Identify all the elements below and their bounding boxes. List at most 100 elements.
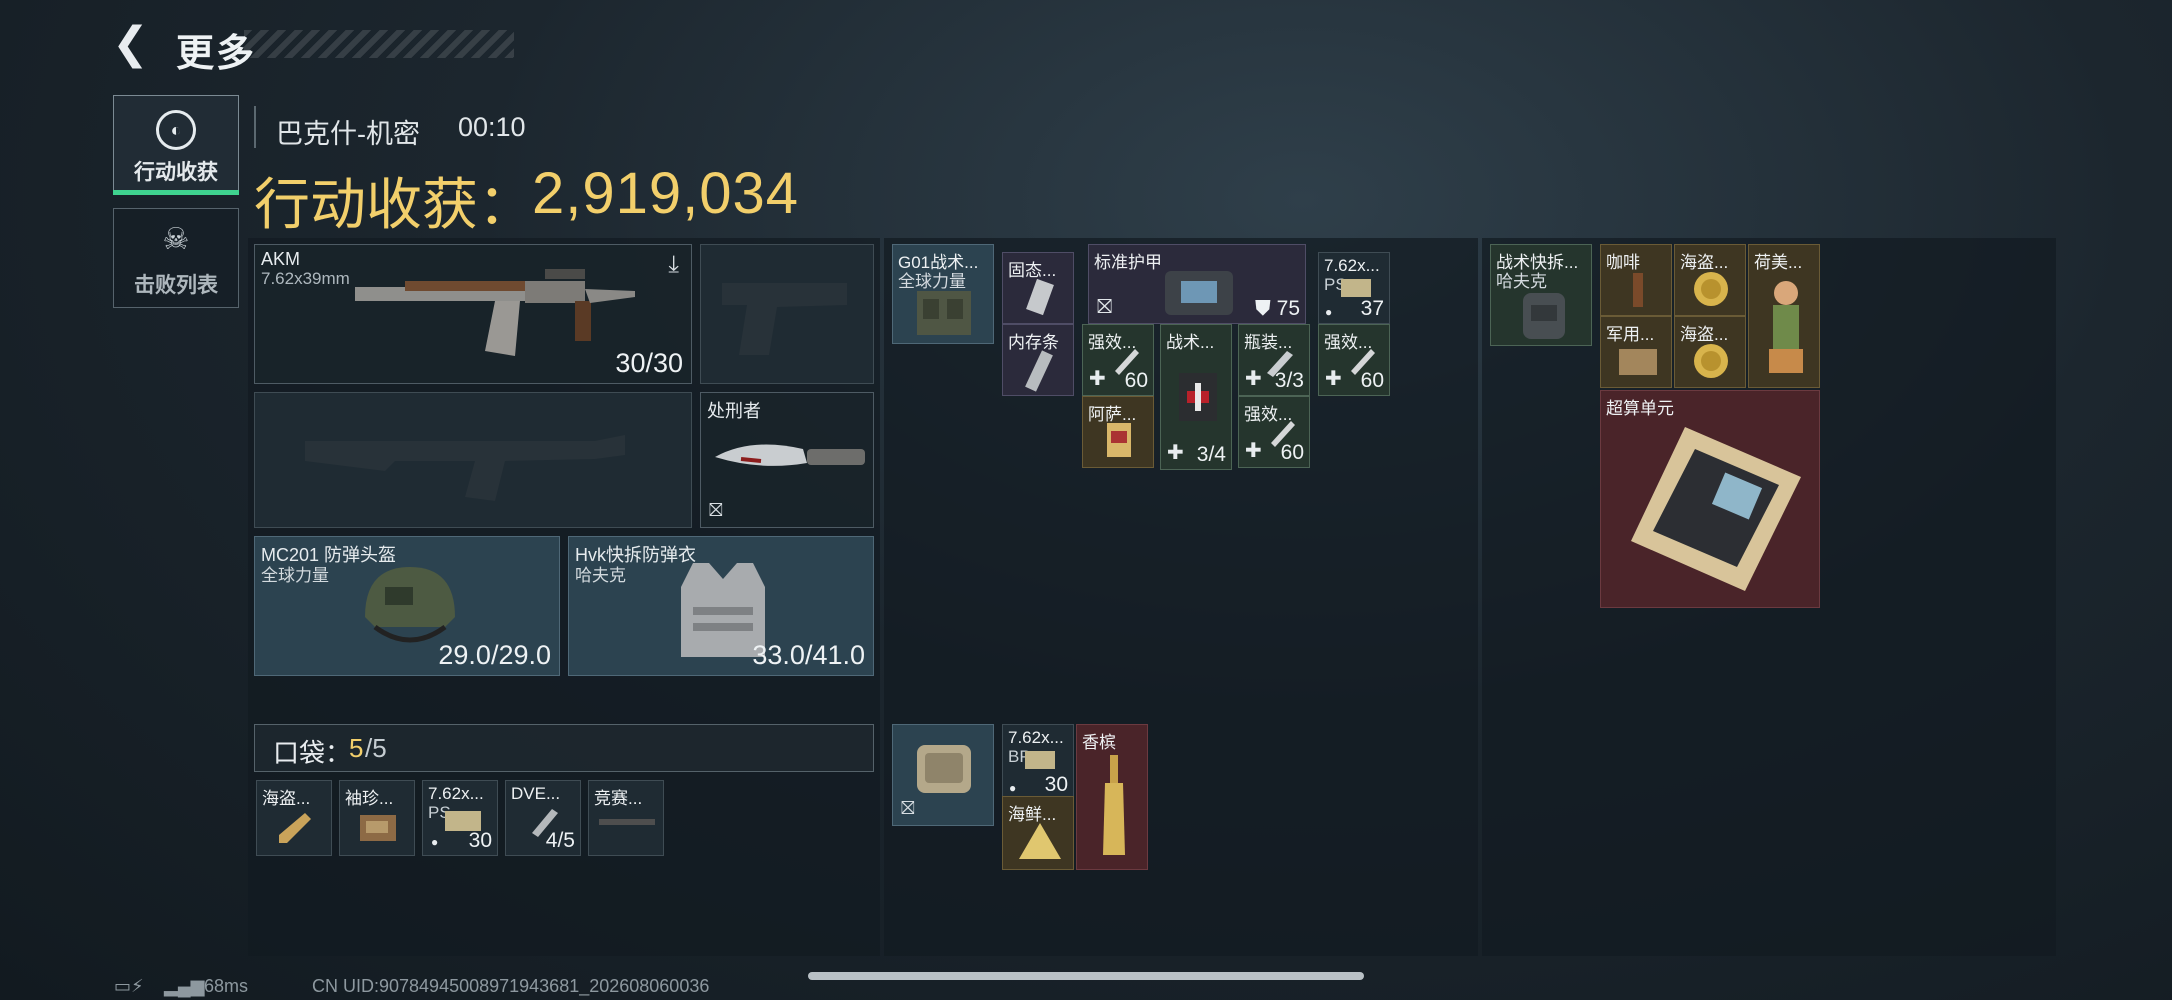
item-name: DVE... [511,784,561,803]
unsecured-icon: ⛝ [709,500,723,520]
rig-item[interactable]: 强效... ✚ 60 [1238,396,1310,468]
pistol-silhouette-icon [722,283,847,355]
weapon-ammo-count: 30/30 [615,348,683,378]
signal-icon: ▂▄▆ [164,976,205,996]
item-name: 战术... [1166,333,1215,352]
backpack-item[interactable]: 荷美... [1748,244,1820,388]
item-name: 竞赛... [594,789,643,808]
item-value: ⛊ 75 [1255,297,1300,321]
tab-loot[interactable]: ◐ 行动收获 [113,95,239,195]
champagne-bottle-icon [1103,755,1125,855]
item-name: 7.62x... [1324,256,1380,275]
skull-icon: ☠ [162,223,190,256]
pocket-count: 5 [349,733,364,763]
ssd-icon [1026,278,1054,316]
item-value: 30 [468,829,492,852]
figurine-icon [1769,281,1803,373]
pouch-item[interactable]: 香槟 [1076,724,1148,870]
medkit-icon [1179,373,1217,421]
pouch-item[interactable]: 海鲜... [1002,796,1074,870]
unsecured-icon: ⛝ [901,798,915,818]
rig-item-armor[interactable]: 标准护甲 ⛝ ⛊ 75 [1088,244,1306,324]
ammo-dot-icon: ● [431,835,439,849]
armor-brand: 哈夫克 [575,566,626,585]
primary-weapon-slot[interactable]: AKM 7.62x39mm ⤓ 30/30 [254,244,692,384]
pocket-item[interactable]: 7.62x... PS ● 30 [422,780,498,856]
medical-plus-icon: ✚ [1245,440,1262,462]
map-name: 巴克什-机密 [276,119,420,149]
secure-case-icon [917,745,971,793]
rig-item[interactable]: 强效... ✚ 60 [1082,324,1154,396]
weapon-name: AKM [261,249,301,269]
pocket-item[interactable]: DVE... 4/5 [505,780,581,856]
rig-item[interactable]: 战术... ✚ 3/4 [1160,324,1232,470]
item-value: 60 [1280,441,1304,464]
pyramid-icon [1019,823,1061,859]
ammo-box-icon [1025,751,1055,769]
rig-item[interactable]: 7.62x... PS ● 37 [1318,252,1390,324]
uid-text: CN UID:907849450089719436​81_20260806003… [312,976,710,996]
weapon-ammo: 7.62x39mm [261,269,350,288]
backpack-item[interactable]: 海盗... [1674,316,1746,388]
item-value-text: 75 [1276,297,1300,320]
rifle-part-icon [599,819,655,825]
item-name: 荷美... [1754,253,1803,272]
melee-name: 处刑者 [707,401,761,421]
armor-slot[interactable]: Hvk快拆防弹衣 哈夫克 33.0/41.0 [568,536,874,676]
chest-rig-slot[interactable]: G01战术... 全球力量 [892,244,994,344]
knife-icon [715,444,865,466]
page-title: 更多 [176,33,257,75]
supercomputer-unit-icon [1631,427,1801,591]
device-icon [360,815,396,841]
loot-label: 行动收获： [254,173,534,236]
item-value: 60 [1124,369,1148,392]
pocket-item[interactable]: 竞赛... [588,780,664,856]
rig-item[interactable]: 阿萨... [1082,396,1154,468]
melee-slot[interactable]: 处刑者 ⛝ [700,392,874,528]
chevron-left-icon: ❮ [112,19,149,68]
medical-plus-icon: ✚ [1089,368,1106,390]
coffee-bottle-icon [1633,273,1643,307]
rifle-silhouette-icon [305,435,625,501]
medical-plus-icon: ✚ [1167,442,1184,464]
title-decoration [244,30,514,58]
item-value: 37 [1360,297,1384,320]
unsecured-icon: ⛝ [1097,296,1113,318]
ammo-box-icon [1341,279,1371,297]
backpack-item-supercomputer[interactable]: 超算单元 [1600,390,1820,608]
rig-item[interactable]: 强效... ✚ 60 [1318,324,1390,396]
pistol-slot-empty[interactable] [700,244,874,384]
pocket-item[interactable]: 海盗... [256,780,332,856]
secure-case-slot[interactable]: ⛝ [892,724,994,826]
pouch-item[interactable]: 7.62x... BP ● 30 [1002,724,1074,800]
backpack-item[interactable]: 海盗... [1674,244,1746,316]
tab-loot-label: 行动收获 [134,161,218,184]
secondary-weapon-slot-empty[interactable] [254,392,692,528]
rig-item[interactable]: 内存条 [1002,324,1074,396]
home-indicator[interactable] [808,972,1364,980]
tab-kill-list[interactable]: ☠ 击败列表 [113,208,239,308]
rig-item[interactable]: 瓶装... ✚ 3/3 [1238,324,1310,396]
syringe-icon [279,813,311,843]
rig-item[interactable]: 固态... [1002,252,1074,324]
coin-icon: ◐ [156,110,196,150]
gold-coin-icon [1694,272,1728,306]
ping-text: 68ms [204,976,249,996]
divider [254,106,256,148]
helmet-slot[interactable]: MC201 防弹头盔 全球力量 29.0/29.0 [254,536,560,676]
helmet-durability: 29.0/29.0 [438,640,551,670]
pocket-header: 口袋： 5 /5 [254,724,874,772]
back-button[interactable]: ❮ [112,22,152,66]
backpack-item[interactable]: 军用... [1600,316,1672,388]
pocket-max: /5 [365,733,387,763]
download-icon[interactable]: ⤓ [668,251,679,279]
backpack-slot[interactable]: 战术快拆... 哈夫克 [1490,244,1592,346]
pocket-item[interactable]: 袖珍... [339,780,415,856]
item-value: 30 [1044,773,1068,796]
item-name: 海盗... [262,789,311,808]
match-time: 00:10 [458,112,526,142]
backpack-item[interactable]: 咖啡 [1600,244,1672,316]
ram-stick-icon [1025,350,1053,392]
military-box-icon [1619,349,1657,375]
item-name: 标准护甲 [1094,253,1162,272]
